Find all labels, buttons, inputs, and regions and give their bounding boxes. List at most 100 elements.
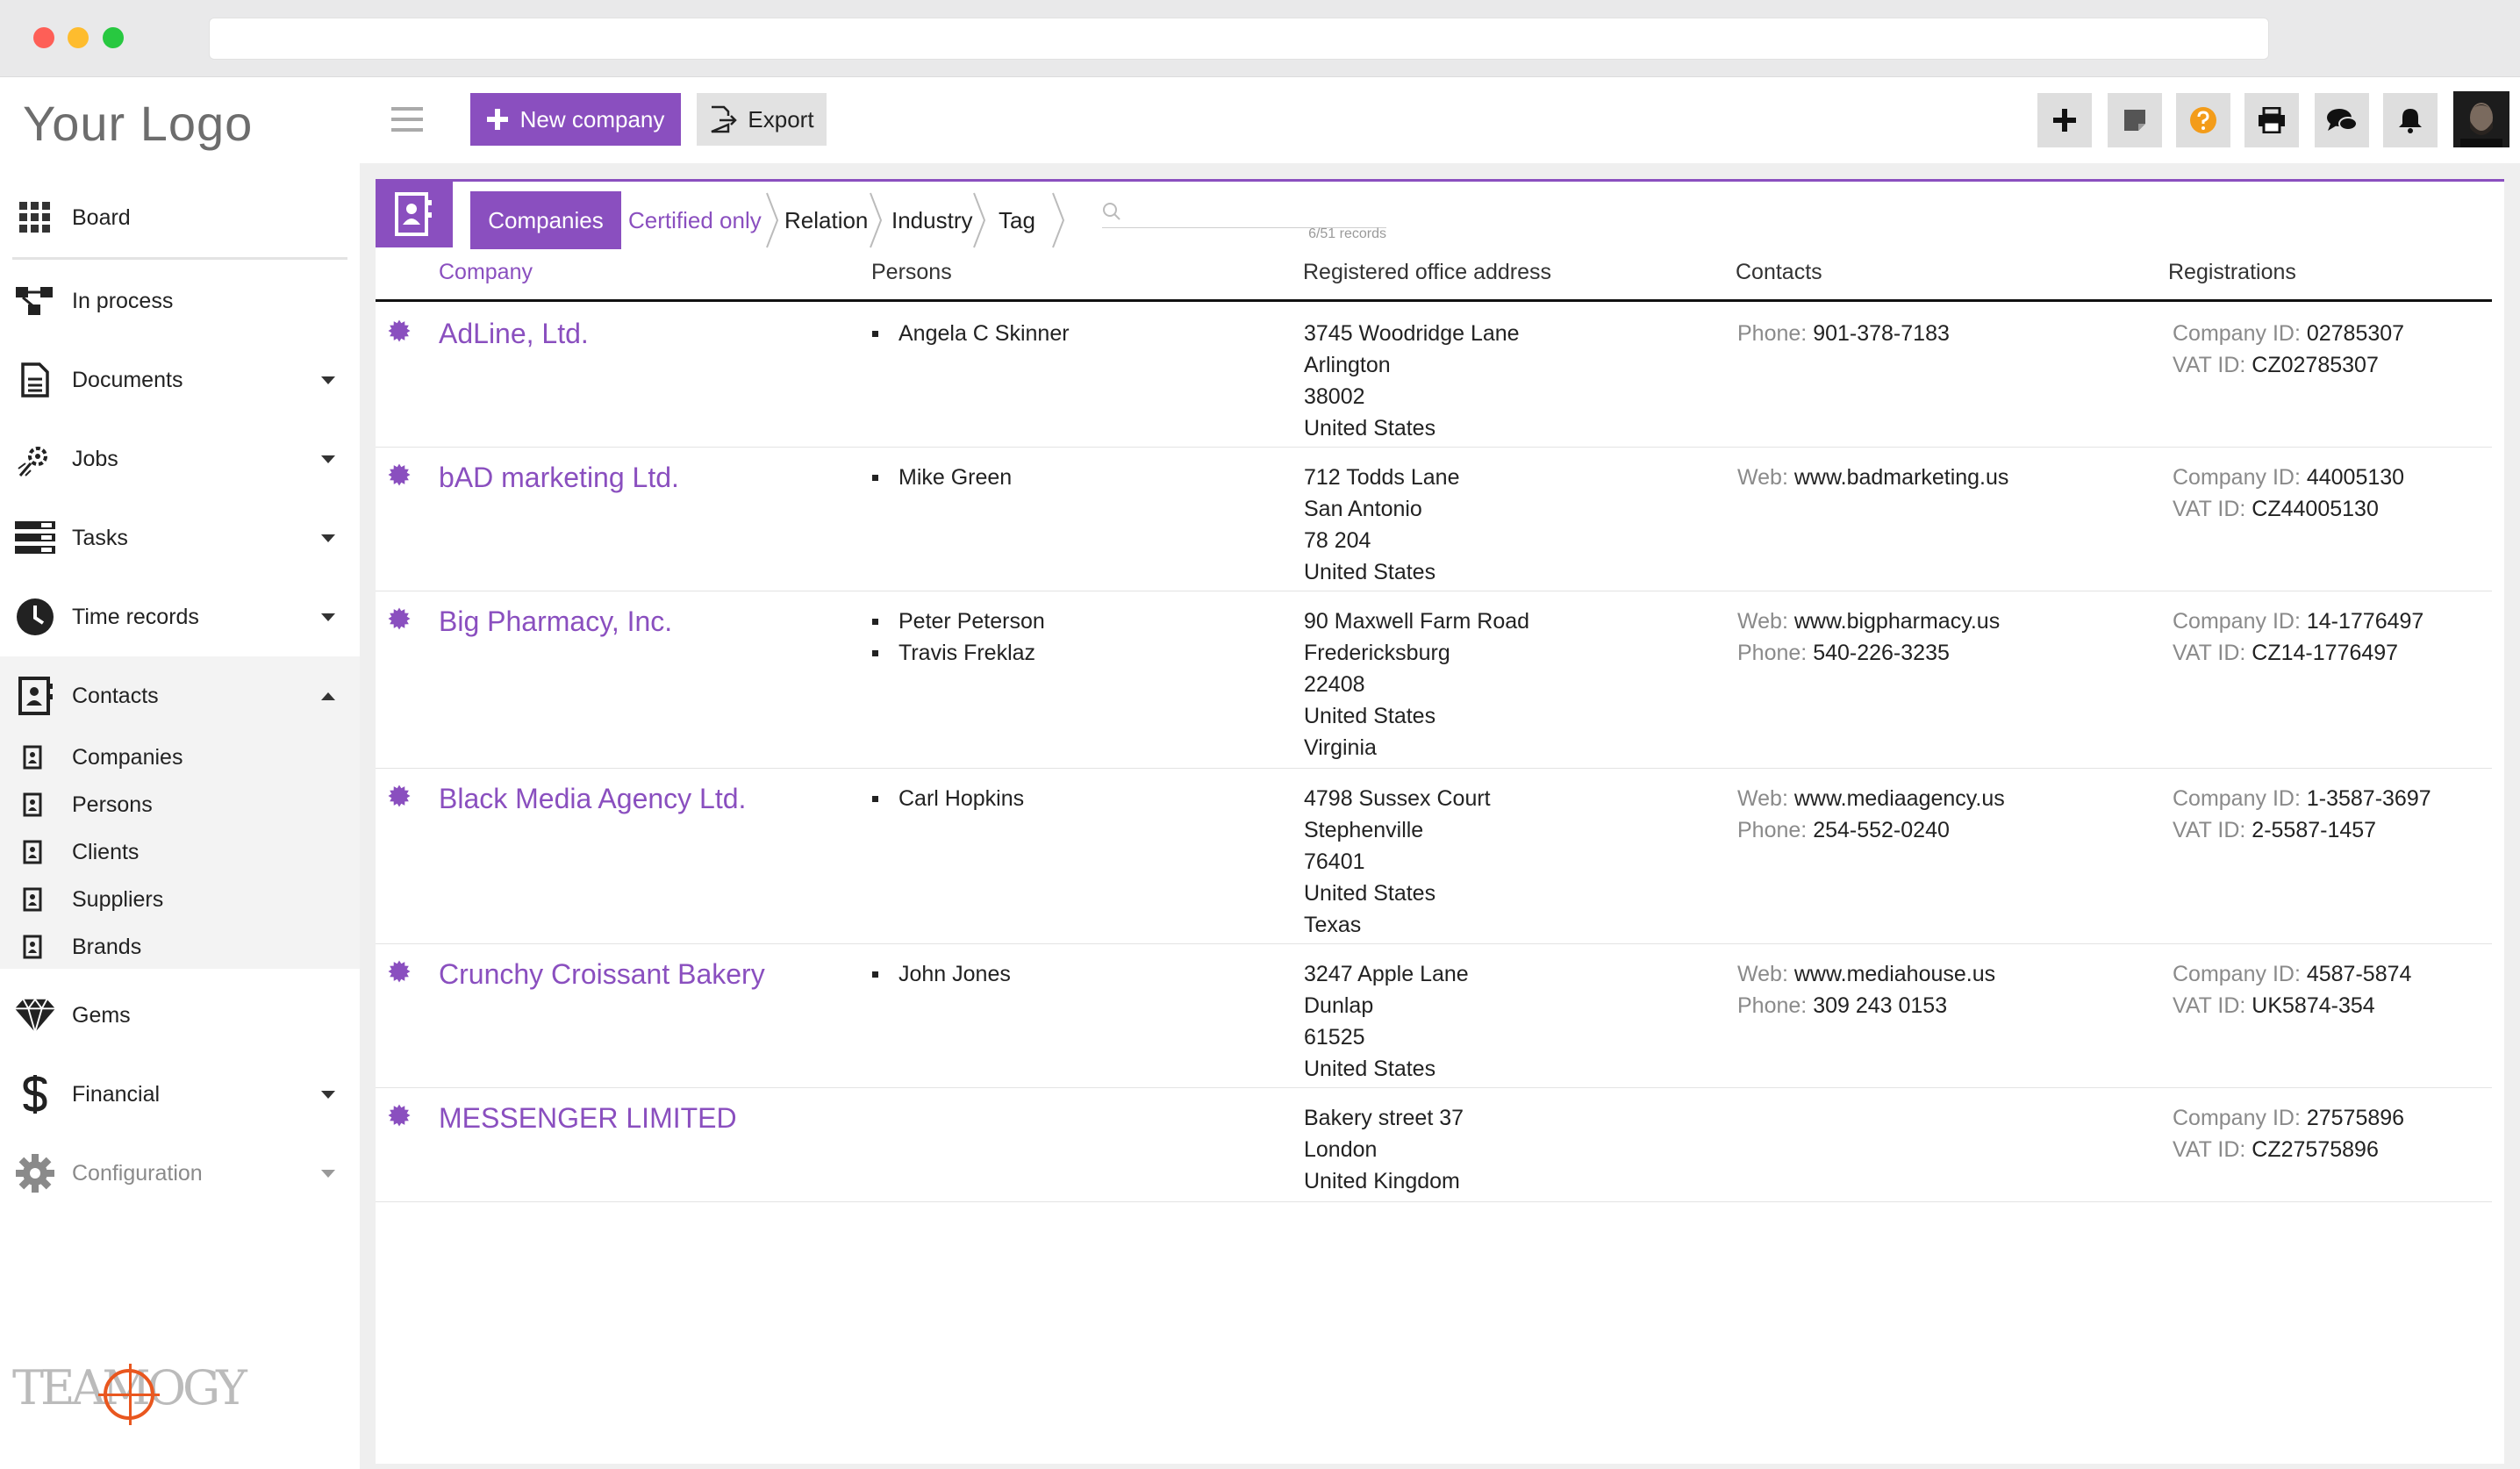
contact-item[interactable]: Phone: 254-552-0240 xyxy=(1737,814,2005,846)
contact-item[interactable]: Web: www.bigpharmacy.us xyxy=(1737,606,2000,637)
company-name-link[interactable]: Black Media Agency Ltd. xyxy=(439,783,746,815)
sidebar-item-label: Documents xyxy=(72,367,183,392)
address-line: 4798 Sussex Court xyxy=(1304,786,1491,811)
notifications-button[interactable] xyxy=(2383,93,2438,147)
sidebar-item-gems[interactable]: Gems xyxy=(0,976,360,1055)
sidebar-item-time-records[interactable]: Time records xyxy=(0,577,360,656)
sidebar-subitem-companies[interactable]: Companies xyxy=(0,734,360,781)
person-item[interactable]: Mike Green xyxy=(872,462,1012,493)
contact-item[interactable]: Web: www.mediahouse.us xyxy=(1737,958,1995,990)
sidebar-item-documents[interactable]: Documents xyxy=(0,340,360,419)
field-value: 309 243 0153 xyxy=(1813,993,1948,1018)
minimize-window-button[interactable] xyxy=(68,27,89,48)
search-input[interactable] xyxy=(1102,198,1386,228)
print-button[interactable] xyxy=(2244,93,2299,147)
tab-certified-only[interactable]: Certified only xyxy=(616,191,770,249)
contact-item[interactable]: Web: www.mediaagency.us xyxy=(1737,783,2005,814)
field-value: www.bigpharmacy.us xyxy=(1793,609,2001,634)
field-value: 27575896 xyxy=(2306,1106,2405,1130)
tab-relation[interactable]: Relation xyxy=(772,191,872,249)
company-name-link[interactable]: AdLine, Ltd. xyxy=(439,318,589,350)
sidebar-subitem-clients[interactable]: Clients xyxy=(0,828,360,876)
help-button[interactable] xyxy=(2176,93,2230,147)
close-window-button[interactable] xyxy=(33,27,54,48)
contact-item[interactable]: Phone: 309 243 0153 xyxy=(1737,990,1995,1021)
sidebar-item-label: Configuration xyxy=(72,1160,203,1186)
sidebar-item-board[interactable]: Board xyxy=(0,178,360,257)
export-button[interactable]: Export xyxy=(697,93,827,146)
person-item[interactable]: Travis Freklaz xyxy=(872,637,1045,669)
sidebar-item-contacts[interactable]: Contacts xyxy=(0,656,360,735)
address-bar[interactable] xyxy=(209,18,2269,60)
person-item[interactable]: Peter Peterson xyxy=(872,606,1045,637)
person-item[interactable]: Carl Hopkins xyxy=(872,783,1024,814)
address-line: 38002 xyxy=(1304,384,1365,409)
contact-card-icon xyxy=(23,745,42,770)
plus-icon xyxy=(2053,109,2076,132)
address-line: United States xyxy=(1304,416,1436,441)
person-item[interactable]: Angela C Skinner xyxy=(872,318,1070,349)
address-line: United States xyxy=(1304,560,1436,584)
person-item[interactable]: John Jones xyxy=(872,958,1011,990)
quick-add-button[interactable] xyxy=(2037,93,2092,147)
column-header-address[interactable]: Registered office address xyxy=(1303,260,1551,285)
column-header-persons[interactable]: Persons xyxy=(871,260,952,285)
column-header-contacts[interactable]: Contacts xyxy=(1736,260,1822,285)
sidebar-subitem-suppliers[interactable]: Suppliers xyxy=(0,876,360,923)
contacts-cell: Web: www.mediahouse.us Phone: 309 243 015… xyxy=(1737,958,1995,1021)
table-row[interactable]: MESSENGER LIMITED Bakery street 37 London U… xyxy=(376,1088,2492,1202)
maximize-window-button[interactable] xyxy=(103,27,124,48)
address-line: Stephenville xyxy=(1304,818,1424,842)
tab-label: Tag xyxy=(999,206,1035,233)
company-name-link[interactable]: bAD marketing Ltd. xyxy=(439,462,679,494)
field-label: Company ID: xyxy=(2173,465,2307,490)
chevron-down-icon xyxy=(321,534,335,542)
table-row[interactable]: bAD marketing Ltd. Mike Green 712 Todds La… xyxy=(376,448,2492,591)
chevron-down-icon xyxy=(321,1169,335,1178)
notes-button[interactable] xyxy=(2108,93,2162,147)
company-name-link[interactable]: Crunchy Croissant Bakery xyxy=(439,958,765,991)
sidebar-item-tasks[interactable]: Tasks xyxy=(0,498,360,577)
address-line: 3247 Apple Lane xyxy=(1304,962,1469,986)
table-row[interactable]: AdLine, Ltd. Angela C Skinner 3745 Woodrid… xyxy=(376,304,2492,448)
address-line: 61525 xyxy=(1304,1025,1365,1050)
column-header-company[interactable]: Company xyxy=(439,260,533,285)
contact-item[interactable]: Web: www.badmarketing.us xyxy=(1737,462,2008,493)
sidebar-item-in-process[interactable]: In process xyxy=(0,262,360,340)
sidebar-item-jobs[interactable]: Jobs xyxy=(0,419,360,498)
tab-tag[interactable]: Tag xyxy=(986,191,1056,249)
persons-cell: Mike Green xyxy=(872,462,1012,493)
export-label: Export xyxy=(748,105,814,133)
table-row[interactable]: Black Media Agency Ltd. Carl Hopkins 4798 … xyxy=(376,769,2492,944)
sidebar-subitem-persons[interactable]: Persons xyxy=(0,781,360,828)
field-label: Phone: xyxy=(1737,641,1814,665)
browser-chrome xyxy=(0,0,2520,77)
registration-item: VAT ID: CZ44005130 xyxy=(2173,493,2404,525)
field-value: 44005130 xyxy=(2306,465,2405,490)
registrations-cell: Company ID: 14-1776497 VAT ID: CZ14-17764… xyxy=(2173,606,2423,669)
chat-button[interactable] xyxy=(2315,93,2369,147)
company-name-link[interactable]: MESSENGER LIMITED xyxy=(439,1102,737,1135)
menu-toggle-icon[interactable] xyxy=(391,107,423,132)
company-name-link[interactable]: Big Pharmacy, Inc. xyxy=(439,606,672,638)
tab-label: Certified only xyxy=(628,206,762,233)
gear-icon xyxy=(14,1152,56,1194)
field-label: Company ID: xyxy=(2173,962,2307,986)
contact-card-icon xyxy=(23,887,42,912)
column-header-registrations[interactable]: Registrations xyxy=(2168,260,2296,285)
table-row[interactable]: Crunchy Croissant Bakery John Jones 3247 A… xyxy=(376,944,2492,1088)
field-label: Phone: xyxy=(1737,321,1814,346)
sidebar-item-configuration[interactable]: Configuration xyxy=(0,1134,360,1213)
sidebar-subitem-brands[interactable]: Brands xyxy=(0,923,360,971)
sidebar-item-financial[interactable]: Financial xyxy=(0,1055,360,1134)
bell-icon xyxy=(2399,109,2422,133)
new-company-button[interactable]: New company xyxy=(470,93,681,146)
user-avatar[interactable] xyxy=(2453,91,2509,147)
field-label: Web: xyxy=(1737,609,1794,634)
address-cell: 4798 Sussex Court Stephenville 76401 United… xyxy=(1304,783,1491,941)
tab-companies[interactable]: Companies xyxy=(470,191,621,249)
table-row[interactable]: Big Pharmacy, Inc. Peter Peterson Travis F… xyxy=(376,591,2492,769)
tab-industry[interactable]: Industry xyxy=(879,191,976,249)
contact-item[interactable]: Phone: 901-378-7183 xyxy=(1737,318,1950,349)
contact-item[interactable]: Phone: 540-226-3235 xyxy=(1737,637,2000,669)
